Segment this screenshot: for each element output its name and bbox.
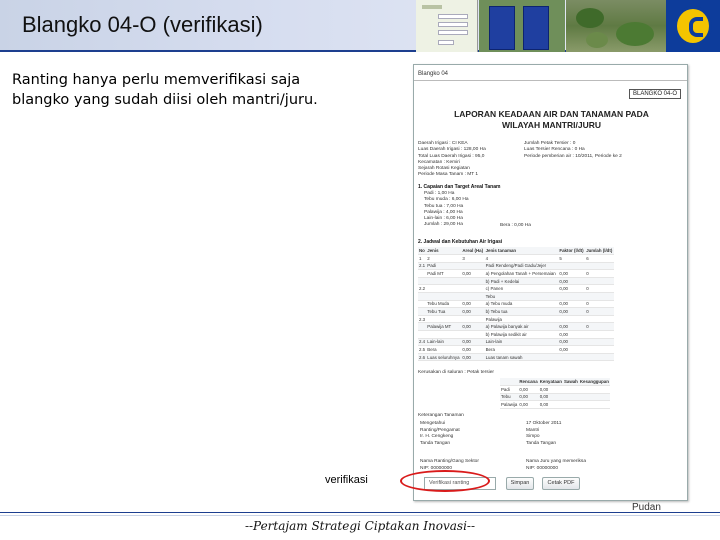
footer-divider — [0, 512, 720, 513]
garden-photo — [566, 0, 666, 52]
print-pdf-button[interactable]: Cetak PDF — [542, 477, 580, 490]
info-left: Daerah Irigasi : CI KEA Luas Daerah Irig… — [418, 141, 486, 178]
table-row: Padi 0,00 0,00 — [500, 385, 610, 394]
verification-callout: verifikasi — [325, 474, 368, 486]
table-row: 2.2 c) Panen 0,00 0 — [418, 284, 614, 294]
table-header-row: Rencana Kenyataan Sawah Kesanggupan — [500, 378, 610, 387]
pu-logo — [666, 0, 720, 52]
form-title: LAPORAN KEADAAN AIR DAN TANAMAN PADA WIL… — [454, 109, 649, 130]
intro-text: Ranting hanya perlu memverifikasi saja b… — [12, 70, 392, 110]
table-row: Tebu Tua 0,00 b) Tebu tua 0,00 0 — [418, 307, 614, 316]
damage-checkbox-row[interactable]: Kerusakan di saluran : Petak tersier — [418, 370, 494, 376]
corner-text: Pudan — [632, 502, 661, 513]
signature-left: Mengetahui Ranting/Pengamat Ir. H. Cengk… — [420, 421, 460, 446]
keterangan-label: Keterangan Tanaman — [418, 413, 464, 418]
table-row: 2.4 Lain-lain 0,00 Lain-lain 0,00 — [418, 338, 614, 347]
table-row: Padi MT 0,00 a) Pengolahan Tanah + Persema… — [418, 269, 614, 278]
form-tab[interactable]: Blangko 04 — [418, 71, 448, 77]
summary-table: Rencana Kenyataan Sawah Kesanggupan Padi 0… — [500, 378, 610, 409]
signature-right: 17 Oktober 2011 Mantri Simpo Tanda Tanga… — [526, 421, 562, 446]
footer-divider-secondary — [0, 515, 720, 516]
target-bera: Bera : 0,00 Ha — [500, 223, 531, 228]
table-row: Tebu — [418, 292, 614, 301]
table-row: 2.3 Palawija — [418, 315, 614, 324]
form-screenshot: Blangko 04 BLANGKO 04-O LAPORAN KEADAAN … — [413, 64, 688, 501]
form-thumbnail-image — [416, 0, 478, 52]
save-button[interactable]: Simpan — [506, 477, 534, 490]
table-row: Palawija 0,00 0,00 — [500, 400, 610, 409]
slide-title: Blangko 04-O (verifikasi) — [22, 12, 263, 37]
table-row: 2.1 Padi Padi Rendeng/Padi Gadu/Jejer — [418, 262, 614, 271]
table-row: 2.5 Bera 0,00 Bera 0,00 — [418, 345, 614, 354]
red-highlight-ellipse — [400, 470, 490, 492]
verifier-right: Nama Juru yang memeriksa NIP: 00000000 — [526, 459, 586, 471]
table-row: b) Palawija sedikit air 0,00 — [418, 330, 614, 339]
schedule-table: No Jenis Areal (Ha) Jenis tanaman Faktor (… — [418, 247, 614, 362]
water-gate-photo — [479, 0, 565, 52]
table-header-row: No Jenis Areal (Ha) Jenis tanaman Faktor (… — [418, 247, 614, 256]
intro-line-2: blangko yang sudah diisi oleh mantri/jur… — [12, 92, 318, 108]
section-targets: 1. Capaian dan Target Areal Tanam — [418, 184, 501, 190]
table-row: 2.6 Luas seluruhnya 0,00 Luas tanam sawah — [418, 353, 614, 362]
target-list: Padi : 1,00 Ha Tebu muda : 6,00 Ha Tebu … — [424, 191, 469, 228]
footer-slogan: --Pertajam Strategi Ciptakan Inovasi-- — [244, 519, 476, 533]
table-row: Palawija MT 0,00 a) Palawija banyak air 0,0… — [418, 322, 614, 332]
table-row: Tebu Muda 0,00 a) Tebu muda 0,00 0 — [418, 300, 614, 309]
section-schedule: 2. Jadwal dan Kebutuhan Air Irigasi — [418, 239, 503, 245]
info-right: Jumlah Petak Tersier : 0 Luas Tersier Re… — [524, 141, 622, 159]
table-row: b) Padi + Kedelai 0,00 — [418, 277, 614, 286]
form-code-stamp: BLANGKO 04-O — [628, 89, 681, 99]
table-row: 123456 — [418, 254, 614, 263]
table-row: Tebu 0,00 0,00 — [500, 393, 610, 402]
slide-header: Blangko 04-O (verifikasi) — [0, 0, 720, 52]
intro-line-1: Ranting hanya perlu memverifikasi saja — [12, 72, 301, 88]
